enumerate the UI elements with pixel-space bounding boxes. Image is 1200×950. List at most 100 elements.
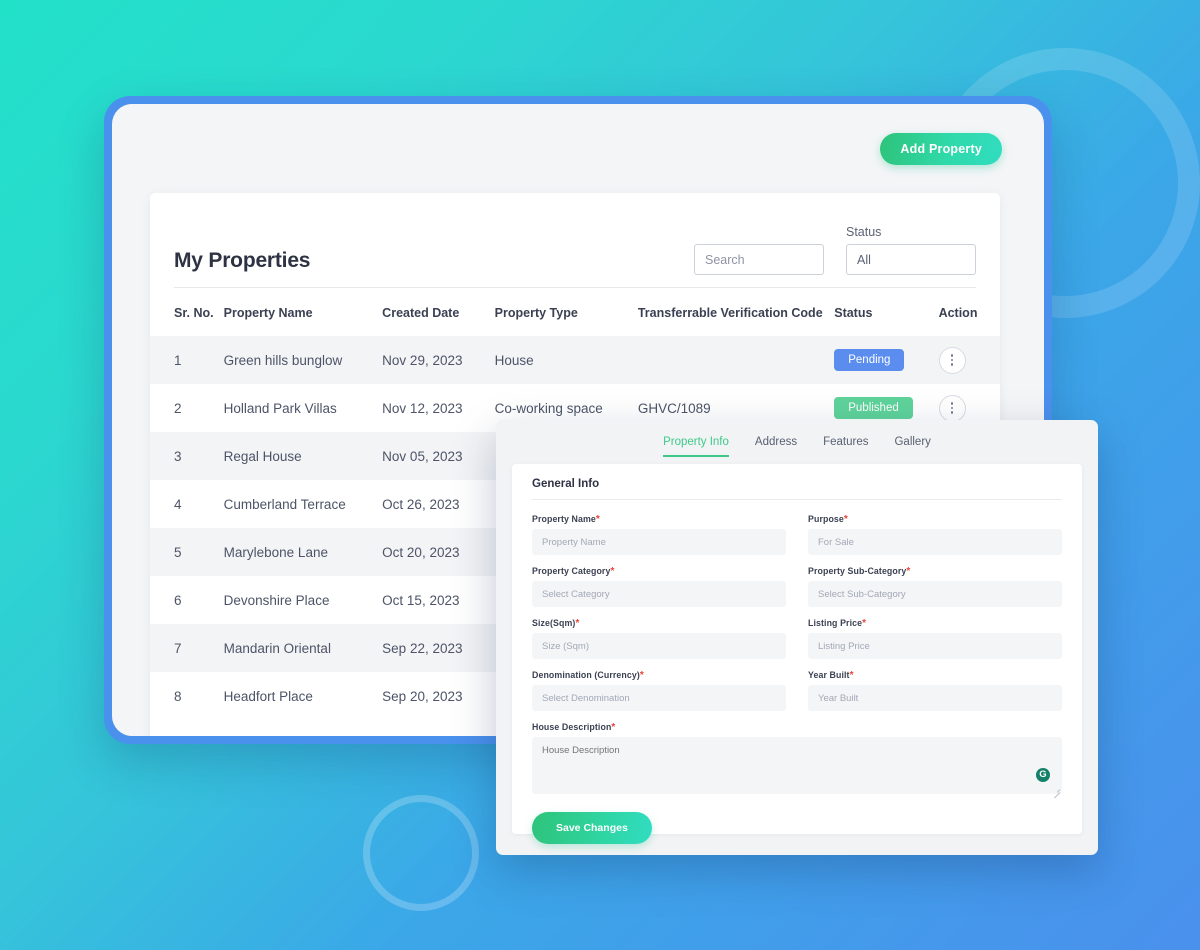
form-section-title: General Info [532,478,1062,500]
dot-icon [950,411,954,414]
grammarly-icon[interactable]: G [1036,768,1050,782]
cell-property-name: Devonshire Place [223,592,330,608]
cell-property-name: Marylebone Lane [223,544,328,560]
tab-property-info[interactable]: Property Info [663,436,729,457]
cell-sr-no: 6 [174,592,182,608]
field-size-sqm: Size(Sqm)* Size (Sqm) [532,618,786,659]
input-property-name[interactable]: Property Name [532,529,786,555]
required-asterisk: * [611,722,616,733]
property-form-modal: Property Info Address Features Gallery Gene… [496,420,1098,855]
column-header-verification-code: Transferrable Verification Code [637,306,823,320]
cell-created-date: Sep 22, 2023 [382,640,463,656]
required-asterisk: * [862,618,867,629]
input-size-sqm[interactable]: Size (Sqm) [532,633,786,659]
cell-sr-no: 2 [174,400,182,416]
status-badge: Pending [834,349,905,371]
column-header-property-type: Property Type [494,306,578,320]
cell-property-name: Holland Park Villas [223,400,337,416]
row-action-menu-button[interactable] [938,346,966,374]
cell-created-date: Nov 12, 2023 [382,400,463,416]
label-size-sqm: Size(Sqm)* [532,618,580,629]
cell-created-date: Nov 05, 2023 [382,448,463,464]
field-year-built: Year Built* Year Built [808,670,1062,711]
column-header-property-name: Property Name [223,306,313,320]
required-asterisk: * [610,566,615,577]
field-property-category: Property Category* Select Category [532,566,786,607]
cell-created-date: Oct 26, 2023 [382,496,460,512]
label-year-built: Year Built* [808,670,854,681]
column-header-status: Status [834,306,873,320]
table-controls: Status All [694,225,976,279]
cell-created-date: Sep 20, 2023 [382,688,463,704]
required-asterisk: * [849,670,854,681]
cell-sr-no: 1 [174,352,182,368]
cell-status: Pending [834,336,938,384]
cell-created-date: Oct 20, 2023 [382,544,460,560]
dot-icon [950,354,954,357]
input-property-sub-category[interactable]: Select Sub-Category [808,581,1062,607]
dot-icon [950,406,954,410]
tab-address[interactable]: Address [755,436,797,457]
card-header: My Properties Status All [150,193,1000,279]
cell-sr-no: 3 [174,448,182,464]
input-year-built[interactable]: Year Built [808,685,1062,711]
required-asterisk: * [639,670,644,681]
input-denomination-currency[interactable]: Select Denomination [532,685,786,711]
status-filter-select[interactable]: All [846,244,976,275]
dot-icon [950,402,954,405]
label-purpose: Purpose* [808,514,848,525]
label-property-name: Property Name* [532,514,600,525]
house-description-label-text: House Description [532,722,612,732]
cell-sr-no: 5 [174,544,182,560]
page-title: My Properties [174,249,311,272]
field-property-name: Property Name* Property Name [532,514,786,555]
cell-created-date: Oct 15, 2023 [382,592,460,608]
cell-action [938,336,1000,384]
house-description-textarea[interactable] [532,737,1062,794]
form-card: General Info Property Name* Property Name… [512,464,1082,844]
cell-property-name: Headfort Place [223,688,313,704]
form-fields-grid: Property Name* Property Name Purpose* For S… [532,514,1062,711]
table-row[interactable]: 1 Green hills bunglow Nov 29, 2023 House Pen… [150,336,1000,384]
input-purpose[interactable]: For Sale [808,529,1062,555]
search-input[interactable] [694,244,824,275]
cell-sr-no: 8 [174,688,182,704]
cell-sr-no: 7 [174,640,182,656]
house-description-field: House Description* G [532,722,1062,799]
form-tab-bar: Property Info Address Features Gallery [496,420,1098,460]
save-changes-button[interactable]: Save Changes [532,812,652,844]
cell-property-name: Regal House [223,448,302,464]
status-badge: Published [834,397,913,419]
cell-sr-no: 4 [174,496,182,512]
required-asterisk: * [595,514,600,525]
label-property-category: Property Category* [532,566,615,577]
tab-features[interactable]: Features [823,436,868,457]
row-action-menu-button[interactable] [938,394,966,422]
page-toolbar: Add Property [880,133,1002,165]
required-asterisk: * [906,566,911,577]
cell-property-name: Mandarin Oriental [223,640,331,656]
textarea-resize-handle[interactable] [1053,787,1060,794]
status-filter-group: Status All [846,225,976,275]
table-header-row: Sr. No. Property Name Created Date Prope… [150,288,1000,336]
field-listing-price: Listing Price* Listing Price [808,618,1062,659]
required-asterisk: * [575,618,580,629]
decorative-ring-bottom-left [363,795,479,911]
cell-property-name: Green hills bunglow [223,352,343,368]
table-head: Sr. No. Property Name Created Date Prope… [150,288,1000,336]
field-property-sub-category: Property Sub-Category* Select Sub-Categor… [808,566,1062,607]
dot-icon [950,363,954,366]
cell-created-date: Nov 29, 2023 [382,352,463,368]
column-header-action: Action [938,306,978,320]
house-description-label: House Description* [532,722,1062,733]
add-property-button[interactable]: Add Property [880,133,1002,165]
column-header-created-date: Created Date [382,306,460,320]
input-property-category[interactable]: Select Category [532,581,786,607]
label-denomination-currency: Denomination (Currency)* [532,670,644,681]
column-header-sr-no: Sr. No. [174,306,214,320]
input-listing-price[interactable]: Listing Price [808,633,1062,659]
label-property-sub-category: Property Sub-Category* [808,566,911,577]
tab-gallery[interactable]: Gallery [894,436,930,457]
cell-property-name: Cumberland Terrace [223,496,346,512]
status-filter-label: Status [846,225,882,239]
